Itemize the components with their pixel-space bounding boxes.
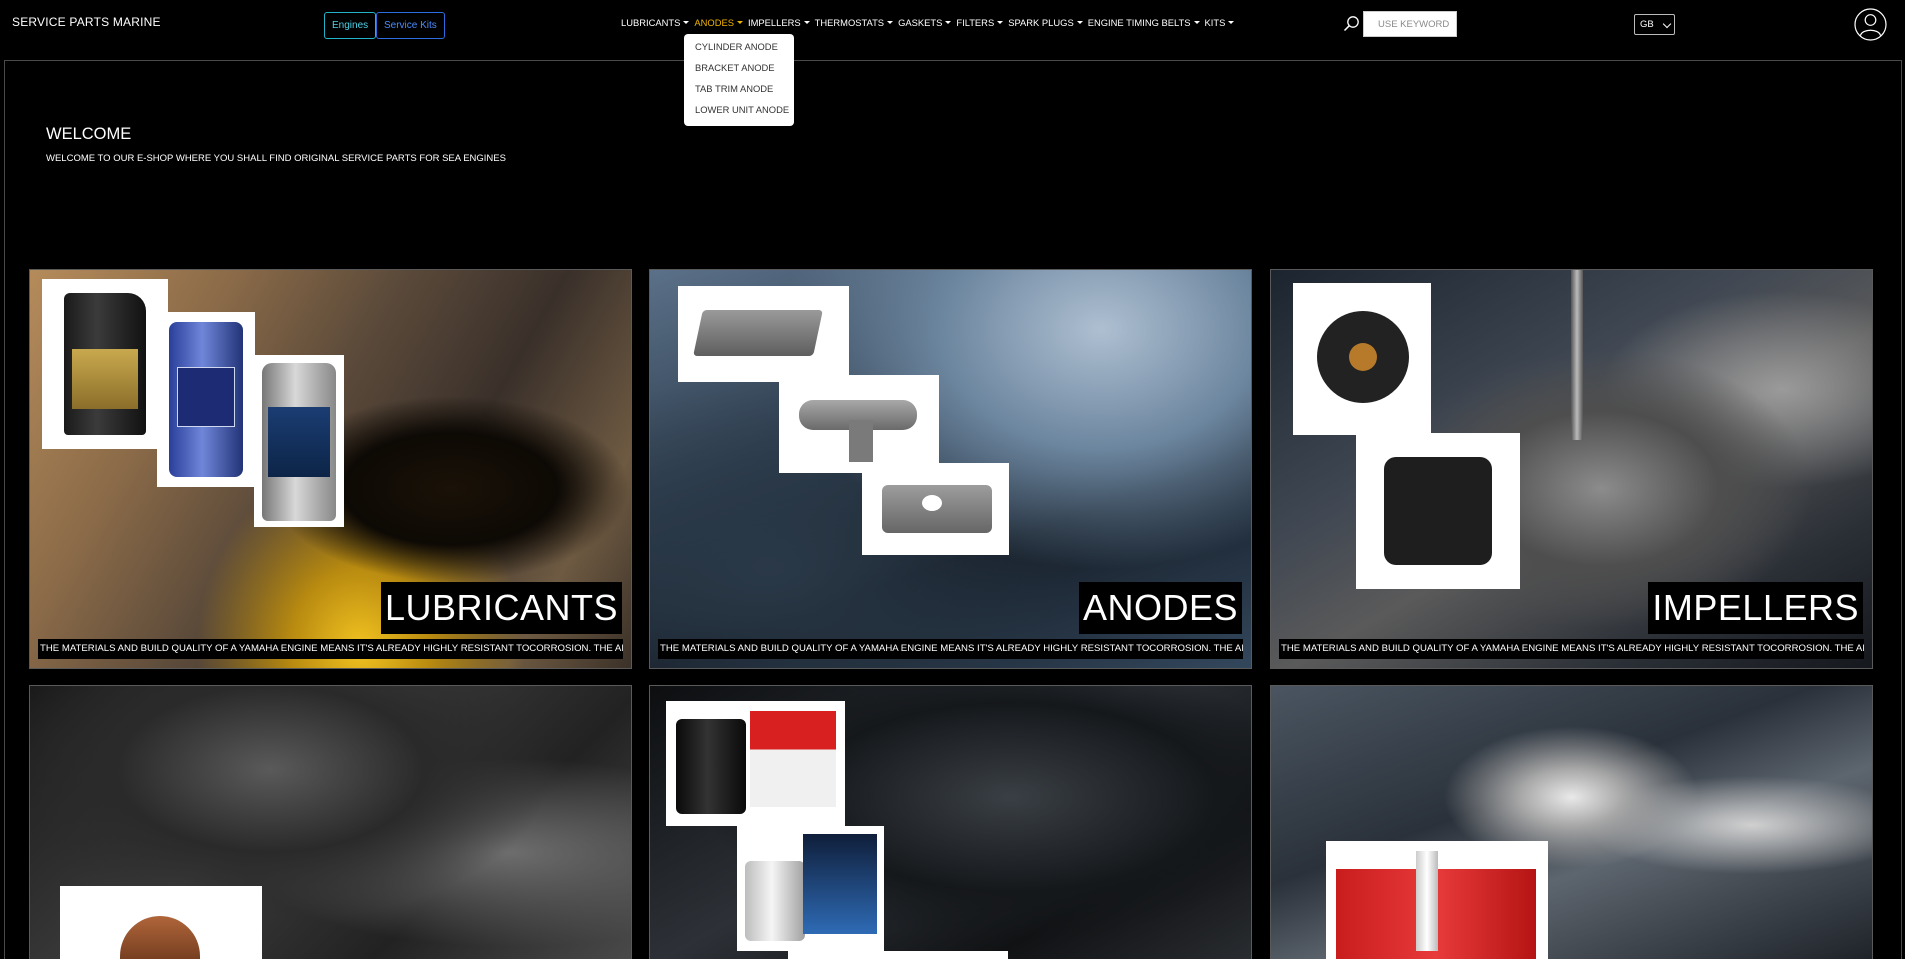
menu-filters[interactable]: FILTERS xyxy=(956,17,1008,28)
main-menu: LUBRICANTS ANODES IMPELLERS THERMOSTATS … xyxy=(621,17,1239,28)
category-title: LUBRICANTS xyxy=(380,582,622,634)
caret-down-icon xyxy=(945,21,952,24)
menu-label: IMPELLERS xyxy=(747,17,801,28)
search-icon[interactable] xyxy=(1343,15,1360,32)
category-card-impellers[interactable]: IMPELLERS THE MATERIALS AND BUILD QUALIT… xyxy=(1270,269,1873,669)
category-title: IMPELLERS xyxy=(1648,582,1863,634)
caret-down-icon xyxy=(1193,21,1200,24)
menu-lubricants[interactable]: LUBRICANTS xyxy=(621,17,694,28)
dropdown-item-tab-trim-anode[interactable]: TAB TRIM ANODE xyxy=(695,83,794,104)
caret-down-icon xyxy=(997,21,1004,24)
quicksilver-oil-bottle-image xyxy=(254,355,344,527)
dropdown-item-cylinder-anode[interactable]: CYLINDER ANODE xyxy=(695,41,794,62)
menu-label: LUBRICANTS xyxy=(621,17,681,28)
tab-trim-anode-image xyxy=(779,375,939,473)
language-value: GB xyxy=(1640,19,1654,30)
category-description: THE MATERIALS AND BUILD QUALITY OF A YAM… xyxy=(1279,639,1864,659)
quicksilver-oil-filter-image xyxy=(737,826,884,951)
category-card-spark-plugs[interactable] xyxy=(1270,685,1873,959)
yamalube-4stroke-bottle-image xyxy=(157,312,255,487)
menu-gaskets[interactable]: GASKETS xyxy=(898,17,956,28)
shaft-decoration xyxy=(1571,270,1583,440)
dropdown-item-bracket-anode[interactable]: BRACKET ANODE xyxy=(695,62,794,83)
menu-anodes[interactable]: ANODES xyxy=(694,17,748,28)
menu-label: FILTERS xyxy=(956,17,995,28)
yamaha-oil-filter-image xyxy=(666,701,845,826)
caret-down-icon xyxy=(887,21,894,24)
anodes-dropdown-menu: CYLINDER ANODE BRACKET ANODE TAB TRIM ANOD… xyxy=(684,34,794,126)
menu-label: THERMOSTATS xyxy=(814,17,885,28)
language-select[interactable]: GB xyxy=(1634,14,1675,35)
menu-impellers[interactable]: IMPELLERS xyxy=(748,17,815,28)
menu-label: ANODES xyxy=(694,17,734,28)
service-kits-button[interactable]: Service Kits xyxy=(376,12,445,39)
welcome-title: WELCOME xyxy=(46,125,132,143)
dropdown-item-lower-unit-anode[interactable]: LOWER UNIT ANODE xyxy=(695,104,794,125)
category-description: THE MATERIALS AND BUILD QUALITY OF A YAM… xyxy=(38,639,623,659)
menu-kits[interactable]: KITS xyxy=(1205,17,1240,28)
category-description: THE MATERIALS AND BUILD QUALITY OF A YAM… xyxy=(658,639,1243,659)
category-card-filters[interactable] xyxy=(649,685,1252,959)
impeller-image xyxy=(1293,283,1431,435)
filter-image-partial xyxy=(788,951,1008,959)
menu-label: SPARK PLUGS xyxy=(1008,17,1074,28)
category-title: ANODES xyxy=(1078,582,1242,634)
impeller-side-image xyxy=(1356,433,1520,589)
spark-plug-box-image xyxy=(1326,841,1548,959)
thermostat-image xyxy=(60,886,262,959)
caret-down-icon xyxy=(803,21,810,24)
caret-down-icon xyxy=(683,21,690,24)
brand-logo[interactable]: SERVICE PARTS MARINE xyxy=(12,15,161,29)
search-input[interactable] xyxy=(1363,11,1457,37)
category-card-anodes[interactable]: ANODES THE MATERIALS AND BUILD QUALITY O… xyxy=(649,269,1252,669)
cylinder-anode-image xyxy=(678,286,849,382)
caret-down-icon xyxy=(736,21,743,24)
caret-down-icon xyxy=(1076,21,1083,24)
top-navbar: SERVICE PARTS MARINE Engines Service Kit… xyxy=(0,0,1905,56)
menu-engine-timing-belts[interactable]: ENGINE TIMING BELTS xyxy=(1088,17,1205,28)
caret-down-icon xyxy=(1228,21,1235,24)
chevron-down-icon xyxy=(1662,19,1672,29)
category-card-lubricants[interactable]: LUBRICANTS THE MATERIALS AND BUILD QUALI… xyxy=(29,269,632,669)
user-icon[interactable] xyxy=(1854,8,1887,41)
welcome-text: WELCOME TO OUR E-SHOP WHERE YOU SHALL FI… xyxy=(46,153,506,164)
category-card-thermostats[interactable] xyxy=(29,685,632,959)
yamalube-bottle-image xyxy=(42,279,168,449)
engines-button[interactable]: Engines xyxy=(324,12,377,39)
bracket-anode-image xyxy=(862,463,1009,555)
menu-thermostats[interactable]: THERMOSTATS xyxy=(815,17,898,28)
menu-label: ENGINE TIMING BELTS xyxy=(1087,17,1191,28)
menu-spark-plugs[interactable]: SPARK PLUGS xyxy=(1008,17,1087,28)
menu-label: GASKETS xyxy=(898,17,943,28)
menu-label: KITS xyxy=(1204,17,1226,28)
